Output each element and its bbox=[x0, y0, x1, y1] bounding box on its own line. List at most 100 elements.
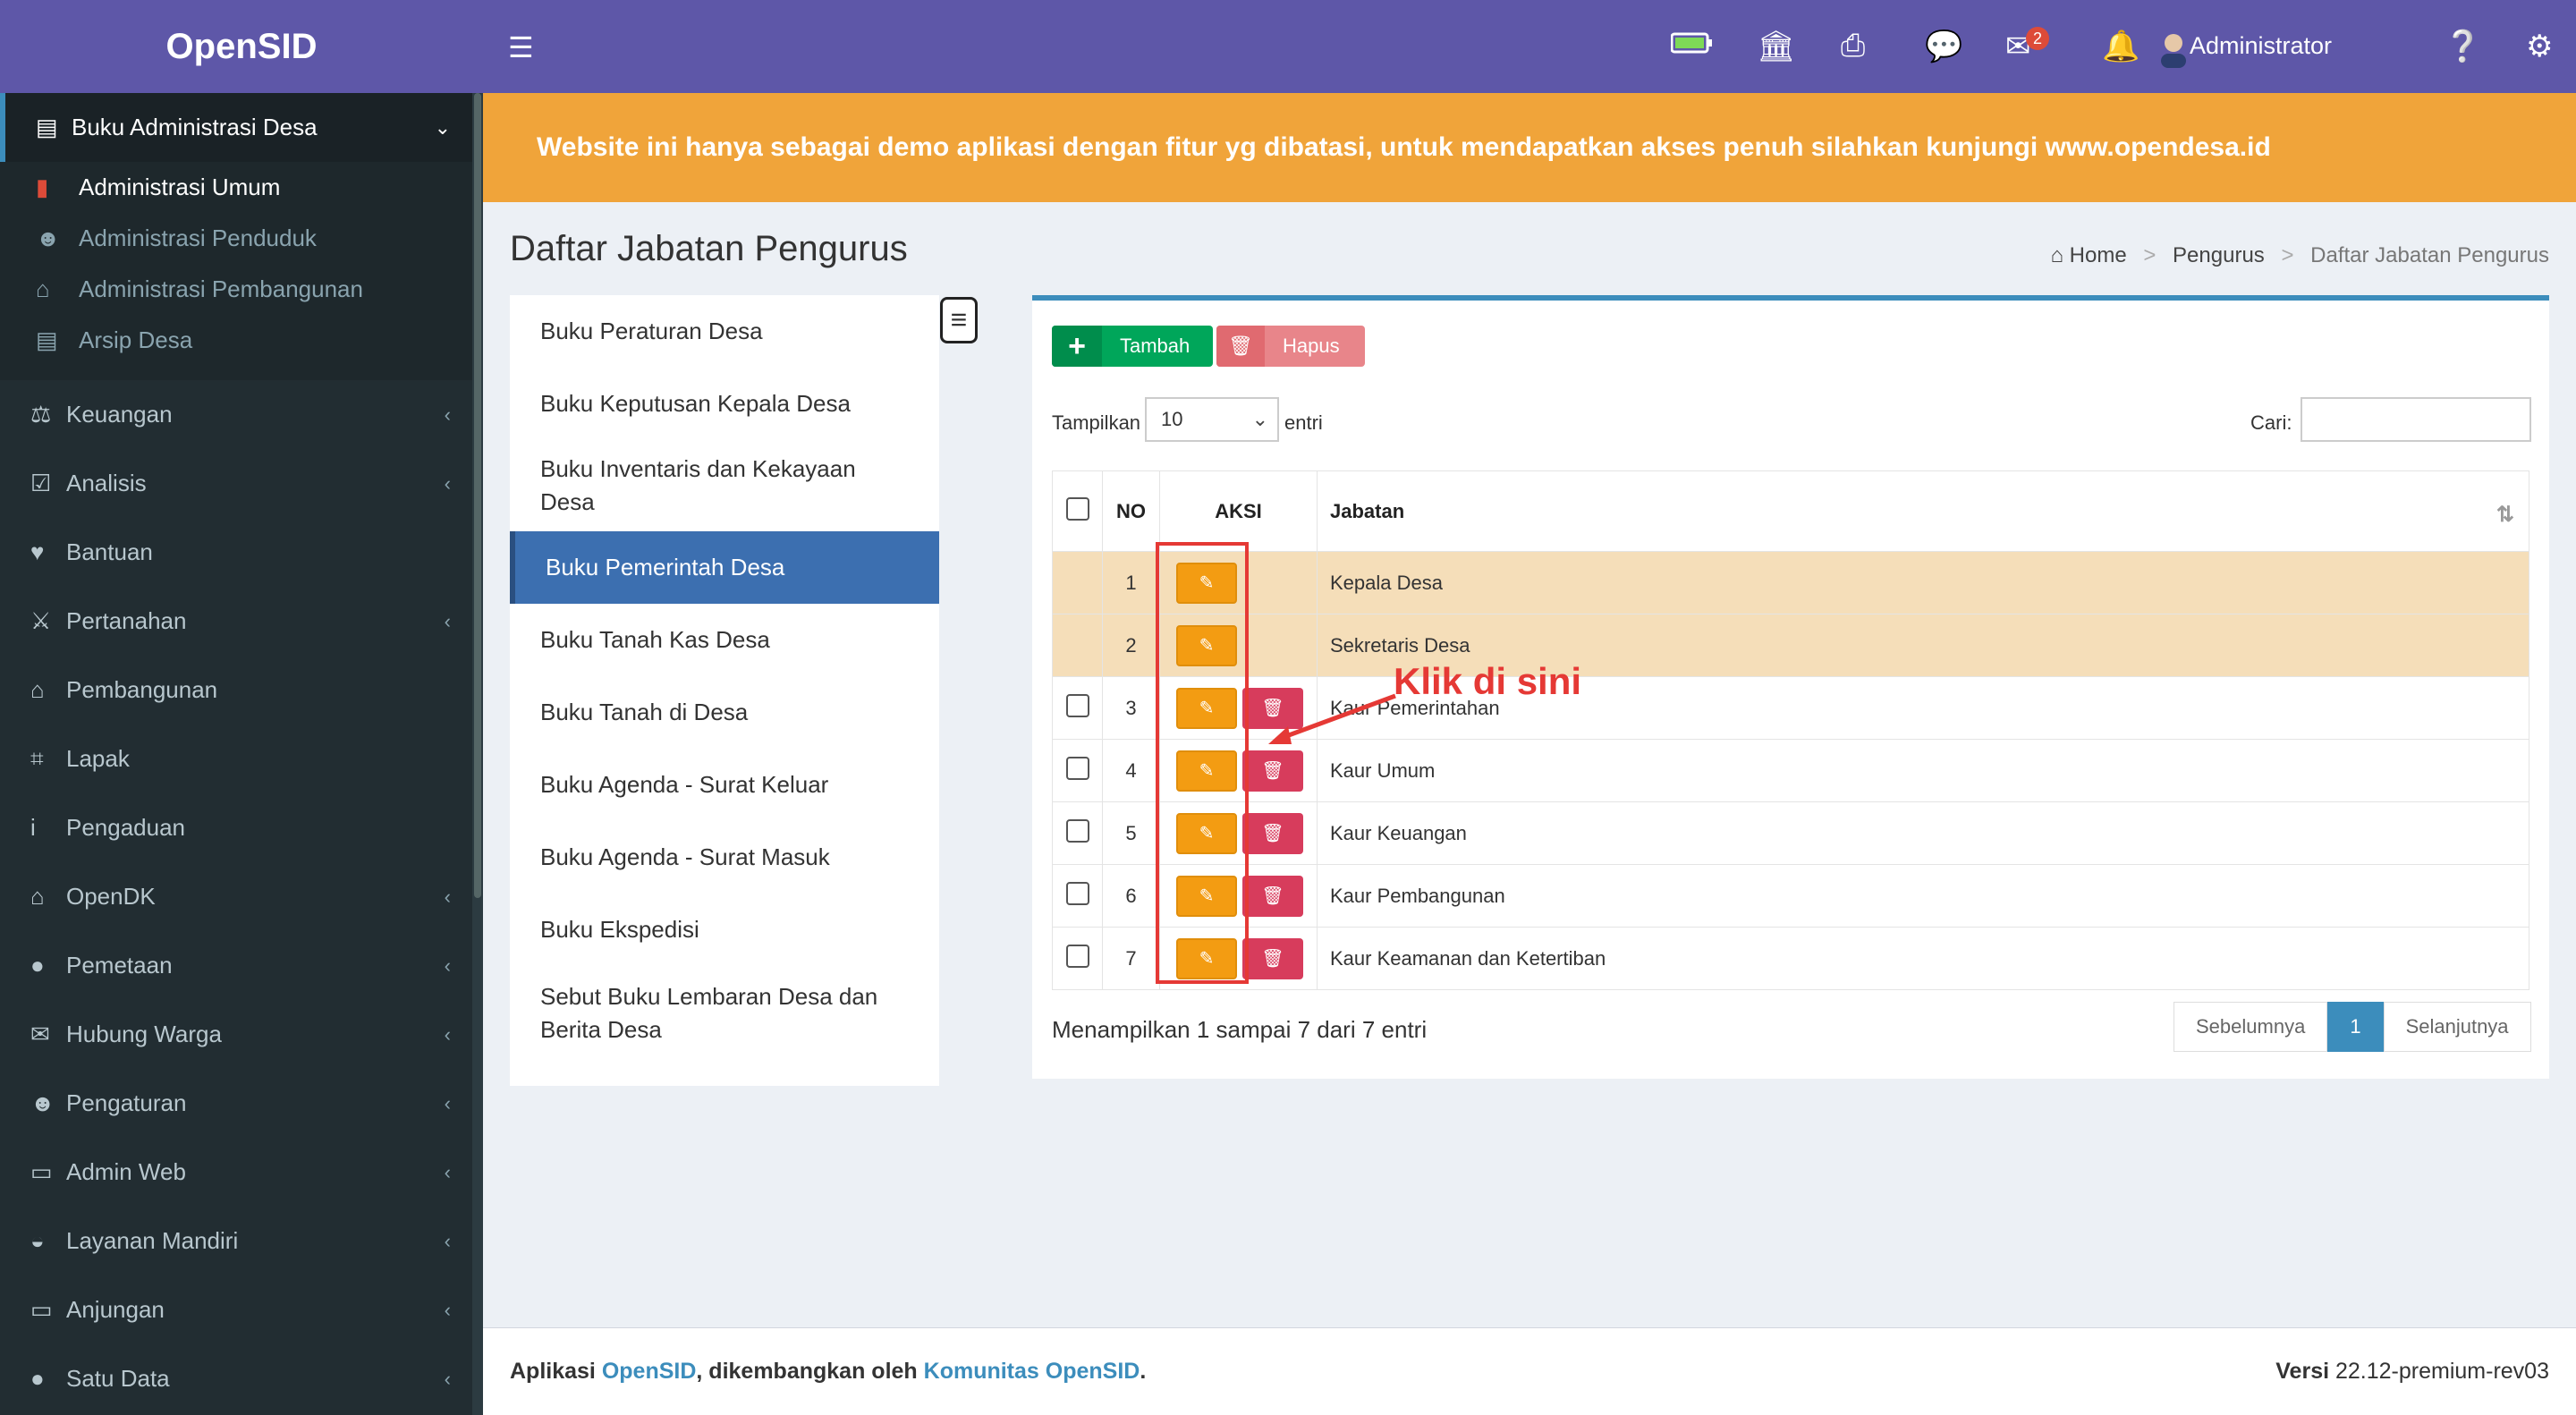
footer-community-link[interactable]: Komunitas OpenSID bbox=[924, 1359, 1140, 1384]
row-checkbox[interactable] bbox=[1065, 944, 1089, 968]
next-page-button[interactable]: Selanjutnya bbox=[2383, 1002, 2531, 1052]
sidebar-item-opendk[interactable]: ⌂ OpenDK ‹ bbox=[0, 862, 483, 931]
book-menu-item[interactable]: Buku Tanah Kas Desa bbox=[510, 604, 939, 676]
book-menu-item-label: Buku Tanah Kas Desa bbox=[540, 626, 770, 653]
book-menu-item[interactable]: Buku Inventaris dan Kekayaan Desa bbox=[510, 440, 939, 531]
sidebar-item-label: Admin Web bbox=[66, 1158, 186, 1185]
row-checkbox[interactable] bbox=[1065, 881, 1089, 905]
sidebar-item-pembangunan[interactable]: ⌂ Pembangunan bbox=[0, 656, 483, 724]
chevron-left-icon: ‹ bbox=[444, 1367, 451, 1390]
delete-button[interactable]: 🗑 Hapus bbox=[1216, 326, 1365, 367]
bell-icon[interactable]: 🔔 bbox=[2102, 29, 2140, 64]
sidebar-item-anjungan[interactable]: ▭ Anjungan ‹ bbox=[0, 1275, 483, 1344]
sidebar-subitem-label: Administrasi Penduduk bbox=[79, 225, 317, 251]
book-menu-item[interactable]: Buku Agenda - Surat Keluar bbox=[510, 749, 939, 821]
footer-app-link[interactable]: OpenSID bbox=[602, 1359, 697, 1384]
sidebar-group-buku-administrasi: ▤ Buku Administrasi Desa ⌄ ▮ Administrasi… bbox=[0, 93, 483, 380]
page-length-select[interactable]: 10 ⌄ bbox=[1145, 397, 1279, 442]
footer-end: . bbox=[1140, 1359, 1147, 1384]
list-toggle-button[interactable]: ≡ bbox=[940, 297, 978, 343]
sidebar-subitem-0[interactable]: ▮ Administrasi Umum bbox=[0, 162, 483, 213]
sidebar-subitem-label: Administrasi Pembangunan bbox=[79, 275, 363, 302]
row-select-cell bbox=[1052, 927, 1103, 990]
sidebar-item-admin-web[interactable]: ▭ Admin Web ‹ bbox=[0, 1138, 483, 1207]
table-info: Menampilkan 1 sampai 7 dari 7 entri bbox=[1052, 1016, 1428, 1043]
sidebar-item-keuangan[interactable]: ⚖ Keuangan ‹ bbox=[0, 380, 483, 449]
trash-icon: 🗑 bbox=[1261, 760, 1284, 781]
sidebar-item-bantuan[interactable]: ♥ Bantuan bbox=[0, 518, 483, 587]
sidebar-item-pertanahan[interactable]: ⚔ Pertanahan ‹ bbox=[0, 587, 483, 656]
plus-icon: + bbox=[1052, 326, 1102, 367]
footer: Aplikasi OpenSID, dikembangkan oleh Komu… bbox=[483, 1327, 2576, 1415]
search-input[interactable] bbox=[2301, 397, 2531, 442]
sidebar-item-satu-data[interactable]: ● Satu Data ‹ bbox=[0, 1344, 483, 1413]
sidebar-item-pengaduan[interactable]: i Pengaduan bbox=[0, 793, 483, 862]
print-icon[interactable]: ⎙ bbox=[1841, 29, 1865, 64]
table-row: 7 ✎ 🗑 Kaur Keamanan dan Ketertiban bbox=[1052, 927, 2529, 990]
book-menu-item[interactable]: Sebut Buku Lembaran Desa dan Berita Desa bbox=[510, 966, 939, 1061]
breadcrumb-parent[interactable]: Pengurus bbox=[2173, 243, 2265, 267]
delete-row-button[interactable]: 🗑 bbox=[1242, 875, 1303, 917]
annotation-label: Klik di sini bbox=[1394, 660, 1582, 702]
inbox-icon: ◒ bbox=[30, 1227, 45, 1254]
page-1-button[interactable]: 1 bbox=[2327, 1002, 2384, 1052]
app-logo[interactable]: OpenSID bbox=[0, 0, 483, 93]
row-checkbox[interactable] bbox=[1065, 693, 1089, 717]
sidebar-item-buku-administrasi-desa[interactable]: ▤ Buku Administrasi Desa ⌄ bbox=[0, 93, 483, 162]
prev-page-button[interactable]: Sebelumnya bbox=[2174, 1002, 2328, 1052]
select-all-cell bbox=[1052, 470, 1103, 552]
bank-icon[interactable]: 🏛 bbox=[1757, 29, 1795, 64]
delete-row-button[interactable]: 🗑 bbox=[1242, 750, 1303, 792]
book-menu-item[interactable]: Buku Ekspedisi bbox=[510, 894, 939, 966]
trash-icon: 🗑 bbox=[1261, 823, 1284, 843]
comment-icon[interactable]: 💬 bbox=[1925, 29, 1962, 64]
sidebar-subitem-3[interactable]: ▤ Arsip Desa bbox=[0, 315, 483, 366]
battery-icon[interactable] bbox=[1670, 29, 1714, 64]
breadcrumb-home[interactable]: Home bbox=[2070, 243, 2127, 267]
delete-row-button[interactable]: 🗑 bbox=[1242, 937, 1303, 979]
sort-icon[interactable]: ⇅ bbox=[2496, 502, 2514, 528]
sidebar-scroll-thumb[interactable] bbox=[474, 93, 481, 898]
sidebar-item-pemetaan[interactable]: ● Pemetaan ‹ bbox=[0, 931, 483, 1000]
row-select-cell bbox=[1052, 864, 1103, 928]
add-button[interactable]: + Tambah bbox=[1052, 326, 1213, 367]
book-menu-item[interactable]: Buku Peraturan Desa bbox=[510, 295, 939, 368]
select-all-checkbox[interactable] bbox=[1065, 496, 1089, 521]
user-name[interactable]: Administrator bbox=[2190, 32, 2332, 60]
chevron-left-icon: ‹ bbox=[444, 402, 451, 426]
header-jabatan[interactable]: Jabatan ⇅ bbox=[1317, 470, 2529, 552]
book-menu-item-label: Buku Pemerintah Desa bbox=[546, 554, 785, 580]
row-select-cell bbox=[1052, 801, 1103, 865]
search-label: Cari: bbox=[2250, 411, 2292, 434]
row-number: 7 bbox=[1102, 927, 1160, 990]
trash-icon: 🗑 bbox=[1261, 948, 1284, 969]
sidebar-subitem-1[interactable]: ☻ Administrasi Penduduk bbox=[0, 213, 483, 264]
header-no[interactable]: NO bbox=[1102, 470, 1160, 552]
sidebar-subitem-2[interactable]: ⌂ Administrasi Pembangunan bbox=[0, 264, 483, 315]
sidebar-item-lapak[interactable]: ⌗ Lapak bbox=[0, 724, 483, 793]
sidebar-item-pengaturan[interactable]: ☻ Pengaturan ‹ bbox=[0, 1069, 483, 1138]
sidebar-item-layanan-mandiri[interactable]: ◒ Layanan Mandiri ‹ bbox=[0, 1207, 483, 1275]
menu-toggle-icon[interactable]: ☰ bbox=[508, 30, 534, 64]
breadcrumb-current: Daftar Jabatan Pengurus bbox=[2310, 243, 2549, 267]
book-menu-item[interactable]: Buku Keputusan Kepala Desa bbox=[510, 368, 939, 440]
row-jabatan: Kaur Pembangunan bbox=[1317, 864, 2529, 928]
book-menu-item[interactable]: Buku Pemerintah Desa bbox=[510, 531, 939, 604]
annotation-highlight-box bbox=[1156, 542, 1249, 984]
delete-row-button[interactable]: 🗑 bbox=[1242, 812, 1303, 854]
avatar[interactable] bbox=[2154, 29, 2193, 76]
row-checkbox[interactable] bbox=[1065, 756, 1089, 780]
sidebar-item-analisis[interactable]: ☑ Analisis ‹ bbox=[0, 449, 483, 518]
chevron-left-icon: ‹ bbox=[444, 1022, 451, 1046]
breadcrumb-separator: > bbox=[2281, 243, 2294, 267]
book-menu-item[interactable]: Buku Agenda - Surat Masuk bbox=[510, 821, 939, 894]
sidebar-item-label: Bantuan bbox=[66, 538, 153, 565]
breadcrumb: ⌂ Home > Pengurus > Daftar Jabatan Pengu… bbox=[2050, 243, 2549, 268]
book-menu-item-label: Buku Ekspedisi bbox=[540, 916, 699, 943]
row-checkbox[interactable] bbox=[1065, 818, 1089, 843]
sidebar-item-hubung-warga[interactable]: ✉ Hubung Warga ‹ bbox=[0, 1000, 483, 1069]
book-menu-item[interactable]: Buku Tanah di Desa bbox=[510, 676, 939, 749]
gear-icon[interactable]: ⚙ bbox=[2526, 29, 2553, 64]
demo-banner: Website ini hanya sebagai demo aplikasi … bbox=[483, 93, 2576, 202]
help-icon[interactable]: ❔ bbox=[2444, 29, 2481, 64]
